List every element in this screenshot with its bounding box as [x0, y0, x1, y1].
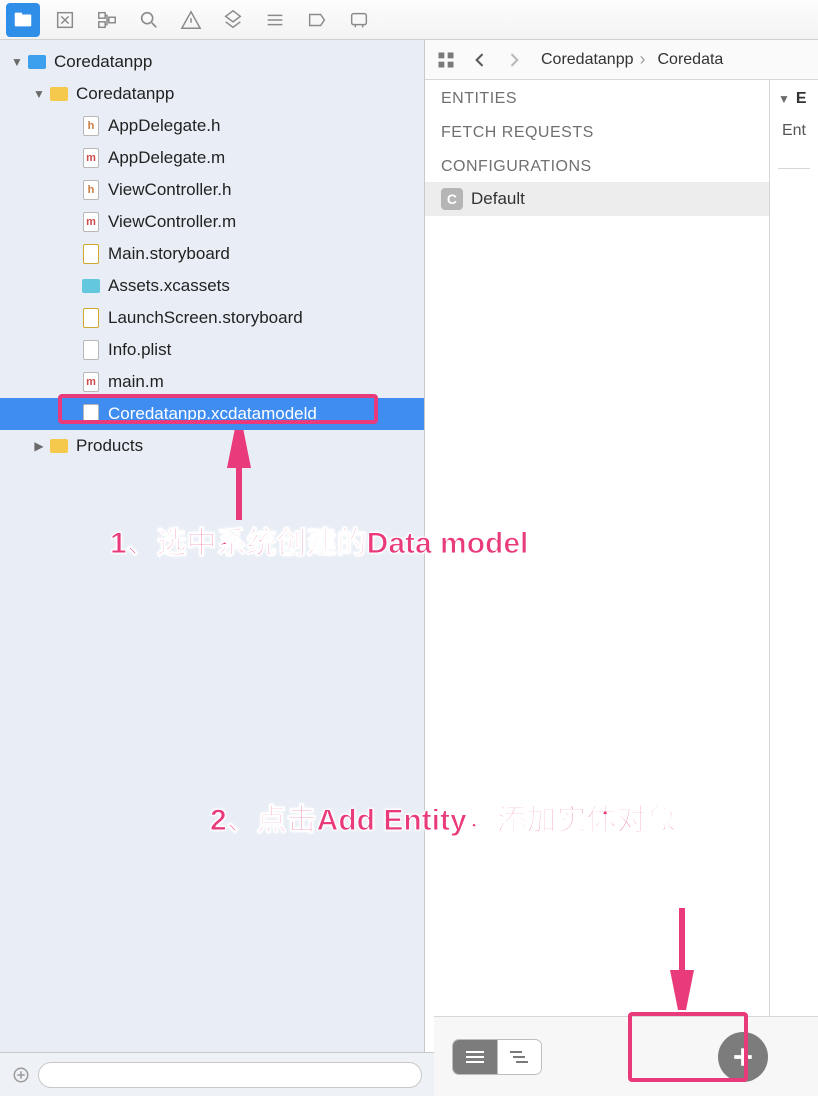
- jump-bar: Coredatanpp › Coredata: [425, 40, 818, 80]
- disclosure-triangle-icon[interactable]: ▼: [10, 55, 24, 69]
- nav-tab-search-icon[interactable]: [132, 3, 166, 37]
- storyboard-icon: [80, 307, 102, 329]
- file-label: Main.storyboard: [108, 244, 230, 264]
- tree-project-root[interactable]: ▼ Coredatanpp: [0, 46, 424, 78]
- nav-back-icon[interactable]: [467, 47, 493, 73]
- nav-tab-tests-icon[interactable]: [216, 3, 250, 37]
- nav-tab-breakpoints-icon[interactable]: [300, 3, 334, 37]
- file-label: AppDelegate.m: [108, 148, 225, 168]
- entity-outline: ENTITIES FETCH REQUESTS CONFIGURATIONS C…: [425, 80, 770, 1096]
- inspector-header[interactable]: ▼ E: [778, 90, 810, 108]
- editor-bottom-bar: [434, 1016, 818, 1096]
- xcassets-icon: [80, 275, 102, 297]
- file-label: AppDelegate.h: [108, 116, 220, 136]
- entities-header: ENTITIES: [425, 80, 769, 114]
- file-label: Coredatanpp.xcdatamodeld: [108, 404, 317, 424]
- editor-area: Coredatanpp › Coredata ENTITIES FETCH RE…: [425, 40, 818, 1096]
- tree-file[interactable]: m main.m: [0, 366, 424, 398]
- tree-file[interactable]: Coredatanpp.xcdatamodeld: [0, 398, 424, 430]
- configurations-header: CONFIGURATIONS: [425, 148, 769, 182]
- navigator-toolbar: [0, 0, 818, 40]
- folder-icon: [48, 83, 70, 105]
- breadcrumb[interactable]: Coredatanpp › Coredata: [535, 49, 723, 70]
- header-file-icon: h: [80, 179, 102, 201]
- file-label: LaunchScreen.storyboard: [108, 308, 303, 328]
- navigator-filter-bar: [0, 1052, 434, 1096]
- project-root-label: Coredatanpp: [54, 52, 152, 72]
- tree-file[interactable]: m AppDelegate.m: [0, 142, 424, 174]
- storyboard-icon: [80, 243, 102, 265]
- file-tree: ▼ Coredatanpp ▼ Coredatanpp h AppDelegate…: [0, 40, 424, 462]
- tree-file[interactable]: h ViewController.h: [0, 174, 424, 206]
- graph-style-icon[interactable]: [498, 1040, 542, 1074]
- related-items-icon[interactable]: [433, 47, 459, 73]
- tree-file[interactable]: Main.storyboard: [0, 238, 424, 270]
- crumb-group: Coredata: [658, 51, 724, 69]
- nav-forward-icon[interactable]: [501, 47, 527, 73]
- tree-file[interactable]: LaunchScreen.storyboard: [0, 302, 424, 334]
- tree-products[interactable]: ▶ Products: [0, 430, 424, 462]
- impl-file-icon: m: [80, 147, 102, 169]
- file-label: main.m: [108, 372, 164, 392]
- divider: [778, 168, 810, 169]
- config-icon: C: [441, 188, 463, 210]
- fetch-requests-header: FETCH REQUESTS: [425, 114, 769, 148]
- inspector-header-label: E: [796, 90, 807, 108]
- plist-icon: [80, 339, 102, 361]
- impl-file-icon: m: [80, 211, 102, 233]
- add-entity-button[interactable]: [718, 1032, 768, 1082]
- nav-tab-debug-icon[interactable]: [258, 3, 292, 37]
- project-icon: [26, 51, 48, 73]
- inspector-row: Ent: [778, 118, 810, 144]
- tree-group[interactable]: ▼ Coredatanpp: [0, 78, 424, 110]
- nav-tab-reports-icon[interactable]: [342, 3, 376, 37]
- nav-tab-files-icon[interactable]: [6, 3, 40, 37]
- configuration-row[interactable]: C Default: [425, 182, 769, 216]
- datamodel-icon: [80, 403, 102, 425]
- impl-file-icon: m: [80, 371, 102, 393]
- file-label: Assets.xcassets: [108, 276, 230, 296]
- outline-style-icon[interactable]: [453, 1040, 498, 1074]
- config-label: Default: [471, 189, 525, 209]
- tree-file[interactable]: Assets.xcassets: [0, 270, 424, 302]
- file-label: Info.plist: [108, 340, 171, 360]
- project-navigator: ▼ Coredatanpp ▼ Coredatanpp h AppDelegate…: [0, 40, 425, 1096]
- tree-file[interactable]: h AppDelegate.h: [0, 110, 424, 142]
- group-label: Coredatanpp: [76, 84, 174, 104]
- filter-input[interactable]: [38, 1062, 422, 1088]
- nav-tab-issues-icon[interactable]: [174, 3, 208, 37]
- add-icon[interactable]: [12, 1066, 30, 1084]
- tree-file[interactable]: Info.plist: [0, 334, 424, 366]
- file-label: ViewController.h: [108, 180, 231, 200]
- editor-style-toggle[interactable]: [452, 1039, 542, 1075]
- products-label: Products: [76, 436, 143, 456]
- folder-icon: [48, 435, 70, 457]
- nav-tab-source-control-icon[interactable]: [90, 3, 124, 37]
- file-label: ViewController.m: [108, 212, 236, 232]
- header-file-icon: h: [80, 115, 102, 137]
- disclosure-triangle-icon[interactable]: ▶: [32, 439, 46, 453]
- disclosure-triangle-icon[interactable]: ▼: [32, 87, 46, 101]
- inspector-panel: ▼ E Ent: [770, 80, 818, 1096]
- tree-file[interactable]: m ViewController.m: [0, 206, 424, 238]
- disclosure-triangle-icon: ▼: [778, 92, 790, 106]
- chevron-right-icon: ›: [640, 49, 646, 70]
- nav-tab-symbol-icon[interactable]: [48, 3, 82, 37]
- crumb-project: Coredatanpp: [541, 51, 634, 69]
